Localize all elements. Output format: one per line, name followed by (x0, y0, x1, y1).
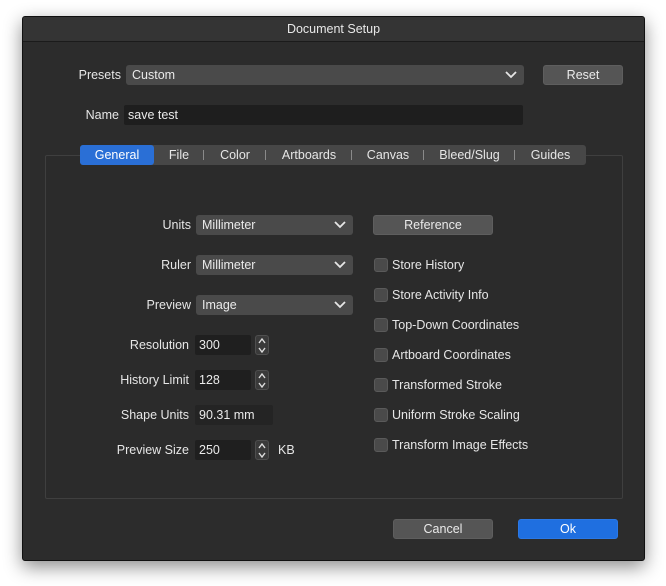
preview-size-input[interactable]: 250 (195, 440, 251, 460)
resolution-input[interactable]: 300 (195, 335, 251, 355)
transformed-stroke-label: Transformed Stroke (392, 378, 502, 392)
store-history-label: Store History (392, 258, 465, 272)
shape-units-value: 90.31 mm (195, 405, 273, 425)
chevron-down-icon (258, 347, 266, 353)
chevron-down-icon (258, 382, 266, 388)
chevron-down-icon (334, 301, 346, 309)
cancel-button[interactable]: Cancel (393, 519, 493, 539)
dialog-title: Document Setup (23, 17, 644, 42)
transform-image-effects-checkbox[interactable] (374, 438, 388, 452)
transform-image-effects-label: Transform Image Effects (392, 438, 529, 452)
ruler-value: Millimeter (202, 258, 256, 272)
presets-value: Custom (132, 68, 176, 82)
reset-button[interactable]: Reset (543, 65, 623, 85)
shape-units-label: Shape Units (120, 408, 189, 422)
preview-label: Preview (146, 298, 191, 312)
preview-dropdown[interactable]: Image (196, 295, 353, 315)
tab-file[interactable]: File (154, 145, 204, 165)
document-setup-dialog: Document Setup Presets Custom Reset Name… (22, 16, 645, 561)
artboard-coordinates-label: Artboard Coordinates (392, 348, 511, 362)
preview-size-stepper[interactable] (255, 440, 269, 460)
tab-file-label: File (168, 148, 190, 162)
tab-guides-label: Guides (530, 148, 571, 162)
tab-canvas[interactable]: Canvas (352, 145, 424, 165)
ok-button[interactable]: Ok (518, 519, 618, 539)
tab-color-label: Color (220, 148, 250, 162)
tab-general[interactable]: General (80, 145, 154, 165)
presets-label: Presets (78, 68, 121, 82)
units-dropdown[interactable]: Millimeter (196, 215, 353, 235)
resolution-stepper[interactable] (255, 335, 269, 355)
name-label: Name (85, 108, 119, 122)
presets-dropdown[interactable]: Custom (126, 65, 524, 85)
top-down-coordinates-label: Top-Down Coordinates (392, 318, 520, 332)
name-input[interactable]: save test (124, 105, 523, 125)
store-activity-info-checkbox[interactable] (374, 288, 388, 302)
chevron-down-icon (334, 261, 346, 269)
units-label: Units (162, 218, 191, 232)
transformed-stroke-checkbox[interactable] (374, 378, 388, 392)
tab-artboards-label: Artboards (281, 148, 337, 162)
preview-value: Image (202, 298, 237, 312)
tab-general-label: General (94, 148, 140, 162)
ruler-label: Ruler (161, 258, 191, 272)
units-value: Millimeter (202, 218, 256, 232)
ruler-dropdown[interactable]: Millimeter (196, 255, 353, 275)
tab-guides[interactable]: Guides (515, 145, 586, 165)
store-history-checkbox[interactable] (374, 258, 388, 272)
uniform-stroke-scaling-checkbox[interactable] (374, 408, 388, 422)
uniform-stroke-scaling-label: Uniform Stroke Scaling (392, 408, 520, 422)
preview-size-label: Preview Size (116, 443, 189, 457)
chevron-up-icon (258, 443, 266, 449)
chevron-down-icon (334, 221, 346, 229)
chevron-up-icon (258, 338, 266, 344)
history-limit-stepper[interactable] (255, 370, 269, 390)
tab-artboards[interactable]: Artboards (266, 145, 352, 165)
tab-bleed-slug-label: Bleed/Slug (439, 148, 500, 162)
tab-bleed-slug[interactable]: Bleed/Slug (424, 145, 515, 165)
tab-canvas-label: Canvas (366, 148, 410, 162)
chevron-up-icon (258, 373, 266, 379)
chevron-down-icon (258, 452, 266, 458)
tab-bar: General File Color Artboards Canvas Blee… (80, 145, 586, 165)
artboard-coordinates-checkbox[interactable] (374, 348, 388, 362)
top-down-coordinates-checkbox[interactable] (374, 318, 388, 332)
history-limit-label: History Limit (120, 373, 189, 387)
chevron-down-icon (505, 71, 517, 79)
store-activity-info-label: Store Activity Info (392, 288, 489, 302)
tab-color[interactable]: Color (204, 145, 266, 165)
preview-size-unit: KB (278, 443, 295, 457)
history-limit-input[interactable]: 128 (195, 370, 251, 390)
reference-button[interactable]: Reference (373, 215, 493, 235)
resolution-label: Resolution (129, 338, 189, 352)
